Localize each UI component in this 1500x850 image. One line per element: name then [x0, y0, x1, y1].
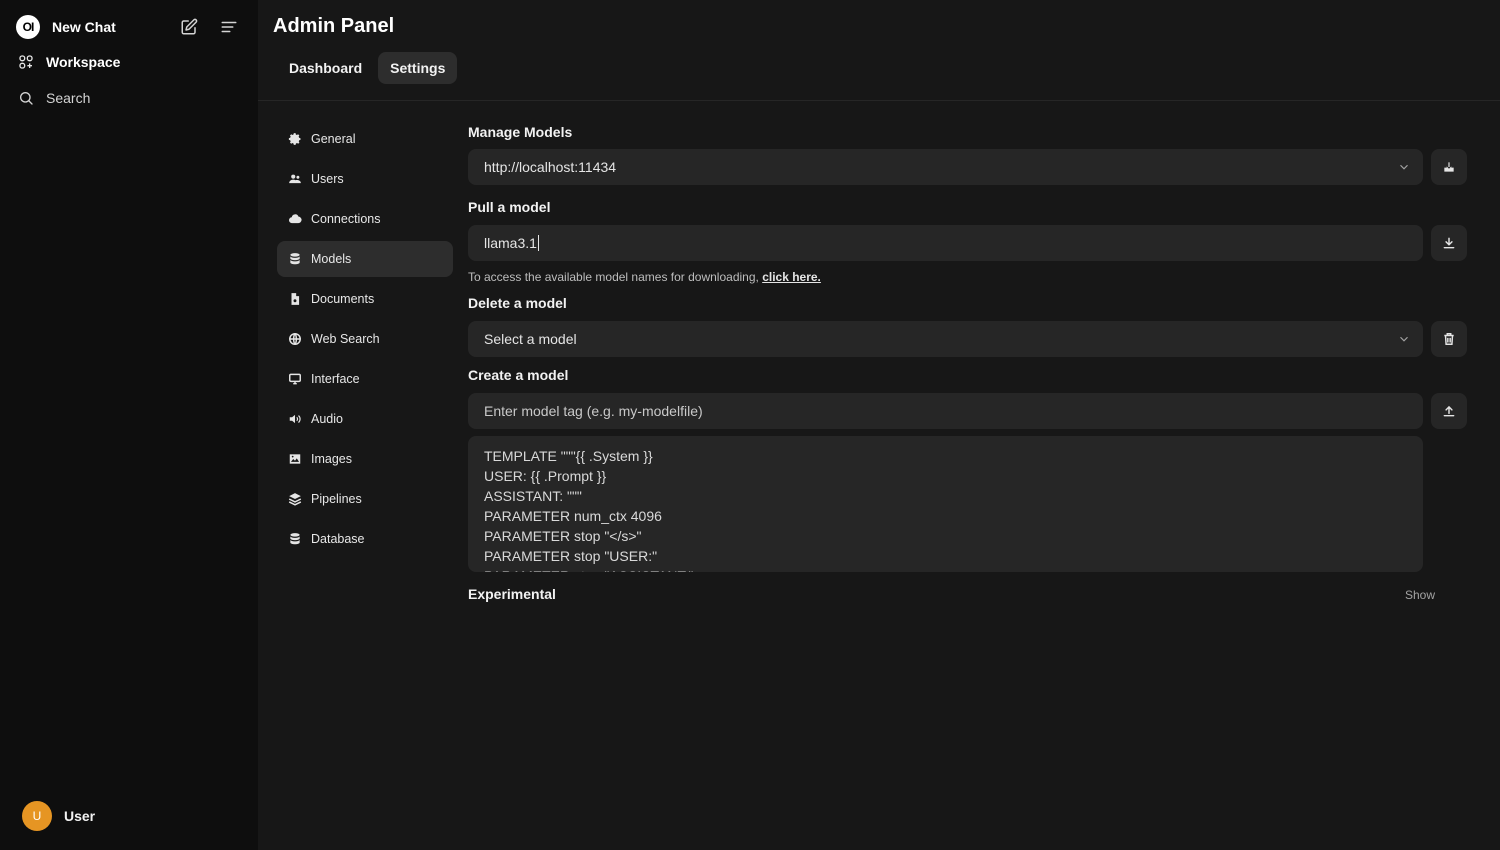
pull-model-value: llama3.1	[484, 235, 537, 251]
settings-nav-label: Web Search	[311, 332, 380, 346]
user-menu[interactable]: U User	[22, 801, 95, 831]
delete-model-placeholder: Select a model	[484, 331, 577, 347]
model-tag-placeholder: Enter model tag (e.g. my-modelfile)	[484, 403, 703, 419]
document-icon	[288, 292, 302, 306]
settings-nav-models[interactable]: Models	[277, 241, 453, 277]
settings-nav-label: General	[311, 132, 356, 146]
chevron-down-icon	[1397, 160, 1411, 177]
gear-icon	[288, 132, 302, 146]
search-label: Search	[46, 90, 91, 106]
pull-model-hint-text: To access the available model names for …	[468, 270, 759, 284]
settings-nav-audio[interactable]: Audio	[277, 401, 453, 437]
monitor-icon	[288, 372, 302, 386]
workspace-label: Workspace	[46, 54, 121, 70]
settings-nav-label: Database	[311, 532, 365, 546]
delete-model-select[interactable]: Select a model	[468, 321, 1423, 357]
new-chat-link[interactable]: OI New Chat	[16, 13, 116, 41]
settings-nav-interface[interactable]: Interface	[277, 361, 453, 397]
chevron-down-icon	[1397, 332, 1411, 349]
search-link[interactable]: Search	[18, 84, 90, 112]
settings-nav-label: Pipelines	[311, 492, 362, 506]
settings-nav: General Users Connections Models Documen…	[277, 121, 453, 561]
create-model-label: Create a model	[468, 367, 569, 383]
ollama-url-value: http://localhost:11434	[484, 159, 617, 175]
create-model-button[interactable]	[1431, 393, 1467, 429]
pull-model-hint: To access the available model names for …	[468, 270, 821, 284]
manage-models-label: Manage Models	[468, 124, 573, 140]
settings-nav-web-search[interactable]: Web Search	[277, 321, 453, 357]
pull-model-hint-link[interactable]: click here.	[762, 270, 821, 284]
settings-nav-connections[interactable]: Connections	[277, 201, 453, 237]
download-icon	[1443, 237, 1455, 249]
database-icon	[288, 532, 302, 546]
workspace-grid-icon	[19, 55, 33, 69]
search-icon	[20, 92, 33, 105]
app-logo: OI	[16, 15, 40, 39]
new-chat-edit-icon[interactable]	[178, 16, 200, 38]
avatar: U	[22, 801, 52, 831]
experimental-label: Experimental	[468, 586, 556, 602]
delete-model-label: Delete a model	[468, 295, 567, 311]
header-divider	[258, 100, 1500, 101]
download-cloud-icon	[1444, 162, 1454, 172]
cloud-icon	[288, 212, 302, 226]
new-chat-label: New Chat	[52, 19, 116, 35]
experimental-show-toggle[interactable]: Show	[1405, 588, 1435, 602]
modelfile-textarea[interactable]: TEMPLATE """{{ .System }} USER: {{ .Prom…	[468, 436, 1423, 572]
database-icon	[288, 252, 302, 266]
model-tag-input[interactable]: Enter model tag (e.g. my-modelfile)	[468, 393, 1423, 429]
user-name: User	[64, 808, 96, 824]
settings-nav-users[interactable]: Users	[277, 161, 453, 197]
update-models-button[interactable]	[1431, 149, 1467, 185]
settings-nav-pipelines[interactable]: Pipelines	[277, 481, 453, 517]
menu-toggle-icon[interactable]	[218, 16, 240, 38]
pull-model-label: Pull a model	[468, 199, 551, 215]
settings-nav-general[interactable]: General	[277, 121, 453, 157]
settings-nav-label: Connections	[311, 212, 381, 226]
pull-model-button[interactable]	[1431, 225, 1467, 261]
upload-icon	[1443, 405, 1455, 417]
globe-icon	[288, 332, 302, 346]
settings-nav-label: Audio	[311, 412, 343, 426]
settings-nav-documents[interactable]: Documents	[277, 281, 453, 317]
speaker-icon	[288, 412, 302, 426]
pull-model-input[interactable]: llama3.1	[468, 225, 1423, 261]
settings-nav-label: Models	[311, 252, 352, 266]
layers-icon	[288, 492, 302, 506]
image-icon	[288, 452, 302, 466]
text-caret	[537, 235, 539, 251]
settings-nav-label: Users	[311, 172, 344, 186]
settings-nav-database[interactable]: Database	[277, 521, 453, 557]
users-icon	[288, 172, 302, 186]
settings-nav-label: Images	[311, 452, 352, 466]
settings-nav-label: Documents	[311, 292, 375, 306]
delete-model-button[interactable]	[1431, 321, 1467, 357]
main-area: Admin Panel Dashboard Settings General U…	[258, 0, 1500, 850]
tab-settings[interactable]: Settings	[378, 52, 458, 84]
settings-nav-images[interactable]: Images	[277, 441, 453, 477]
tab-dashboard[interactable]: Dashboard	[277, 52, 374, 84]
workspace-link[interactable]: Workspace	[18, 48, 120, 76]
admin-tabs: Dashboard Settings	[277, 52, 458, 84]
settings-nav-label: Interface	[311, 372, 360, 386]
trash-icon	[1444, 333, 1454, 345]
page-title: Admin Panel	[273, 15, 395, 37]
sidebar: OI New Chat Workspace Search U User	[0, 0, 258, 850]
ollama-url-select[interactable]: http://localhost:11434	[468, 149, 1423, 185]
